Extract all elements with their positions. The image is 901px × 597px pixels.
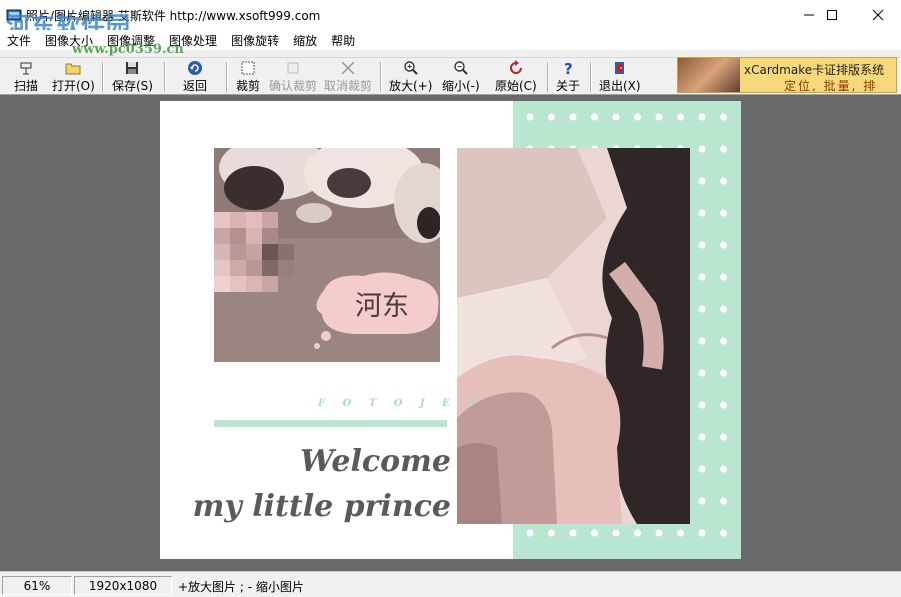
scanner-icon (18, 60, 34, 76)
sticker-text: 河东 (355, 291, 409, 322)
crop-button[interactable]: 裁剪 (236, 60, 260, 94)
zoom-in-button[interactable]: 放大(+) (389, 60, 432, 94)
mint-underline (214, 420, 447, 427)
original-size-button[interactable]: 原始(C) (495, 60, 537, 94)
toolbar-separator (380, 62, 382, 92)
cat-photo-art: 河东 (214, 148, 440, 362)
exit-door-icon (612, 60, 628, 76)
title-bar: 照片/图片编辑器 艾斯软件 http://www.xsoft999.com 河东… (0, 0, 901, 40)
status-bar: 61% 1920x1080 +放大图片 ; - 缩小图片 (0, 571, 901, 597)
crop-frame-icon (240, 60, 256, 76)
confirm-crop-button[interactable]: 确认裁剪 (269, 60, 317, 94)
cancel-crop-button[interactable]: 取消裁剪 (324, 60, 372, 94)
ad-subtitle: 定位, 批量, 排 (784, 79, 878, 93)
open-button[interactable]: 打开(O) (52, 60, 95, 94)
close-button[interactable] (855, 0, 901, 30)
scan-button[interactable]: 扫描 (14, 60, 38, 94)
menu-image-rotate[interactable]: 图像旋转 (224, 30, 286, 50)
ad-portrait-image (678, 58, 740, 92)
zoom-in-icon (403, 60, 419, 76)
toolbar-separator (164, 62, 166, 92)
menu-file[interactable]: 文件 (0, 30, 38, 50)
folder-icon (65, 60, 81, 76)
prince-subtitle: my little prince (192, 489, 451, 524)
zoom-level: 61% (2, 576, 72, 595)
menu-zoom[interactable]: 缩放 (286, 30, 324, 50)
menu-help[interactable]: 帮助 (324, 30, 362, 50)
welcome-heading: Welcome (300, 444, 451, 479)
toolbar-separator (590, 62, 592, 92)
maximize-icon (827, 10, 837, 20)
floppy-disk-icon (124, 60, 140, 76)
about-button[interactable]: ? 关于 (556, 60, 580, 94)
image-canvas[interactable]: 河东 F O T O J E T Welcome my little princ… (160, 101, 741, 559)
toolbar-separator (226, 62, 228, 92)
save-button[interactable]: 保存(S) (112, 60, 153, 94)
toolbar-separator (547, 62, 549, 92)
refresh-icon (508, 60, 524, 76)
status-hint: +放大图片 ; - 缩小图片 (178, 580, 304, 594)
toolbar-separator (102, 62, 104, 92)
zoom-out-button[interactable]: 缩小(-) (442, 60, 480, 94)
cancel-x-icon (340, 60, 356, 76)
maximize-button[interactable] (809, 0, 855, 30)
svg-text:?: ? (564, 60, 573, 76)
ad-banner[interactable]: xCardmake卡证排版系统 定位, 批量, 排 (677, 57, 897, 93)
cat-photo: 河东 (214, 148, 440, 362)
back-button[interactable]: 返回 (183, 60, 207, 94)
fotojet-tag: F O T O J E T (318, 398, 482, 409)
ad-title: xCardmake卡证排版系统 (744, 63, 885, 77)
portrait-photo-art (457, 148, 690, 524)
portrait-photo (457, 148, 690, 524)
help-question-icon: ? (560, 60, 576, 76)
zoom-out-icon (453, 60, 469, 76)
image-workspace[interactable]: 河东 F O T O J E T Welcome my little princ… (0, 95, 901, 571)
confirm-crop-icon (285, 60, 301, 76)
close-icon (872, 9, 884, 21)
undo-circle-icon (187, 60, 203, 76)
image-dimensions: 1920x1080 (74, 576, 172, 595)
exit-button[interactable]: 退出(X) (599, 60, 641, 94)
watermark-url: www.pc0359.cn (72, 42, 184, 57)
